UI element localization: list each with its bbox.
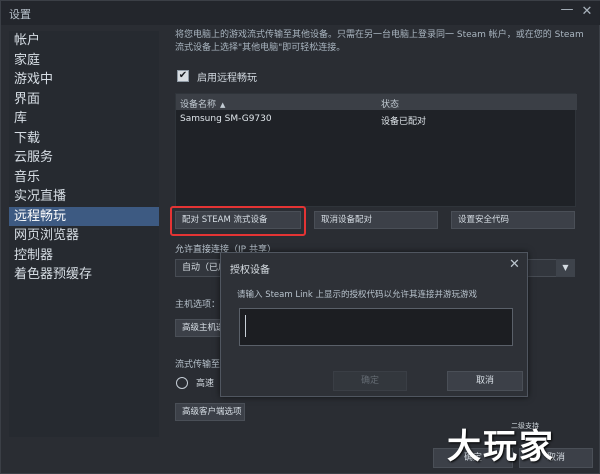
dialog-cancel-button[interactable]: 取消 — [447, 371, 523, 391]
advanced-client-options-button[interactable]: 高级客户端选项 — [175, 403, 245, 421]
sidebar-item[interactable]: 音乐 — [9, 168, 159, 188]
dialog-confirm-button[interactable]: 确定 — [333, 371, 407, 391]
speed-radio-row[interactable]: 高速 — [176, 376, 214, 389]
sidebar-item[interactable]: 着色器预缓存 — [9, 265, 159, 285]
sidebar-item[interactable]: 库 — [9, 109, 159, 129]
set-security-code-button[interactable]: 设置安全代码 — [451, 211, 575, 229]
sidebar-item[interactable]: 帐户 — [9, 31, 159, 51]
watermark-logo: 大玩家 — [447, 427, 555, 467]
dialog-title: 授权设备 — [230, 265, 270, 276]
authorize-device-dialog: 授权设备 ✕ 请输入 Steam Link 上显示的授权代码以允许其连接并游玩游… — [220, 252, 528, 397]
sidebar-item[interactable]: 下载 — [9, 129, 159, 149]
minimize-icon[interactable]: — — [559, 2, 575, 18]
sidebar-item[interactable]: 控制器 — [9, 246, 159, 266]
table-row[interactable]: Samsung SM-G9730 设备已配对 — [176, 112, 577, 128]
device-status-cell: 设备已配对 — [381, 117, 427, 127]
speed-radio-label: 高速 — [196, 379, 215, 389]
sidebar-item[interactable]: 界面 — [9, 90, 159, 110]
column-header-device-name[interactable]: 设备名称 ▲ — [180, 97, 225, 110]
enable-remote-play-label: 启用远程畅玩 — [197, 72, 257, 84]
enable-remote-play-row[interactable]: ✔ 启用远程畅玩 — [177, 69, 257, 84]
pair-steam-device-button[interactable]: 配对 STEAM 流式设备 — [175, 211, 301, 229]
sidebar-item[interactable]: 云服务 — [9, 148, 159, 168]
close-icon[interactable]: ✕ — [579, 4, 595, 20]
devices-table: 设备名称 ▲ 状态 Samsung SM-G9730 设备已配对 — [175, 93, 577, 207]
dialog-prompt: 请输入 Steam Link 上显示的授权代码以允许其连接并游玩游戏 — [237, 290, 477, 300]
sidebar-item[interactable]: 远程畅玩 — [9, 206, 159, 226]
text-caret — [245, 315, 246, 337]
enable-remote-play-checkbox[interactable]: ✔ — [177, 70, 189, 82]
sort-ascending-icon: ▲ — [220, 101, 226, 109]
chevron-down-icon[interactable]: ▼ — [556, 259, 575, 277]
column-header-status[interactable]: 状态 — [381, 97, 399, 110]
title-bar: 设置 — ✕ — [1, 1, 600, 25]
close-icon[interactable]: ✕ — [509, 257, 520, 272]
remote-play-description: 将您电脑上的游戏流式传输至其他设备。只需在另一台电脑上登录同一 Steam 帐户… — [175, 30, 584, 53]
sidebar-item[interactable]: 家庭 — [9, 51, 159, 71]
authorization-code-input[interactable] — [239, 308, 513, 346]
speed-radio[interactable] — [176, 376, 188, 389]
window-title: 设置 — [9, 8, 31, 21]
sidebar-item[interactable]: 网页浏览器 — [9, 226, 159, 246]
cancel-pairing-button[interactable]: 取消设备配对 — [314, 211, 438, 229]
settings-window: 设置 — ✕ 帐户 家庭 游戏中 界面库下载 云服务 音乐 实况直播 远程畅玩 网页浏览器 控制器… — [0, 0, 600, 474]
devices-table-header: 设备名称 ▲ 状态 — [176, 94, 577, 110]
host-options-label: 主机选项： — [175, 300, 221, 310]
settings-sidebar: 帐户 家庭 游戏中 界面库下载 云服务 音乐 实况直播 远程畅玩 网页浏览器 控制器 着色器预缓存 — [9, 31, 159, 437]
device-name-cell: Samsung SM-G9730 — [180, 114, 272, 124]
sidebar-item[interactable]: 游戏中 — [9, 70, 159, 90]
sidebar-item[interactable]: 实况直播 — [9, 187, 159, 207]
streaming-label: 流式传输至 — [175, 360, 221, 370]
